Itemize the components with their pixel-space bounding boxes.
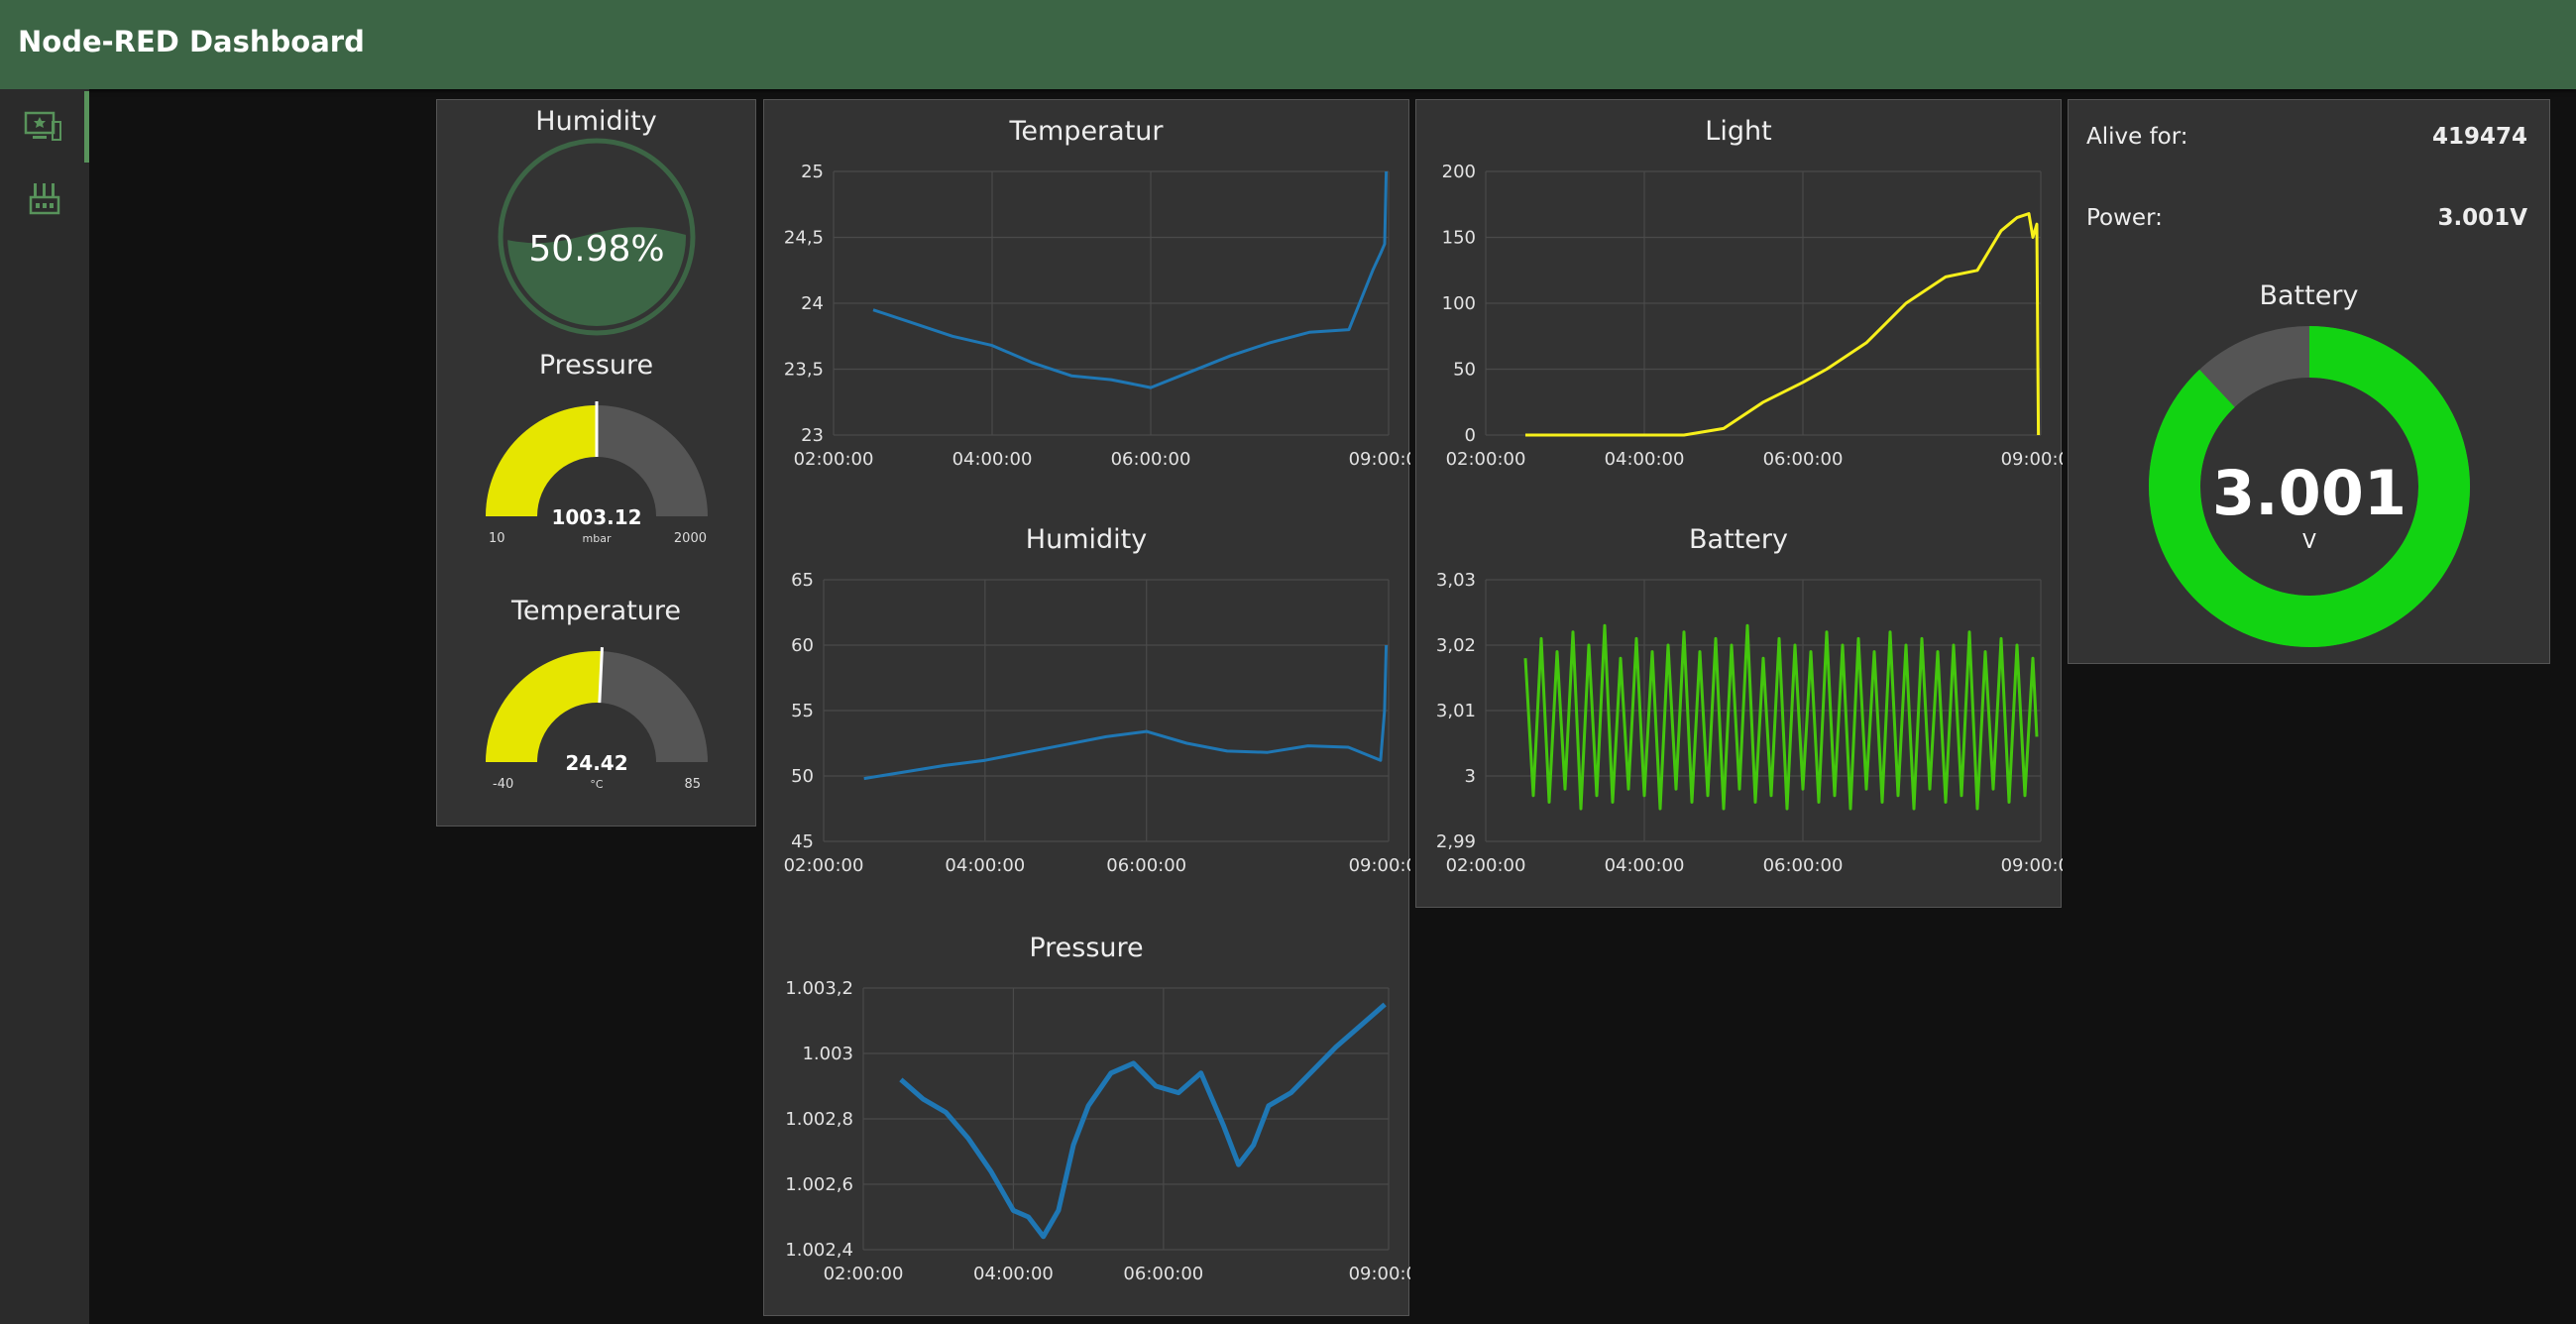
temperature-gauge-value: 24.42 (565, 751, 627, 775)
y-tick-label: 3 (1465, 766, 1476, 787)
y-tick-label: 0 (1465, 425, 1476, 446)
y-tick-label: 200 (1442, 162, 1476, 182)
humidity-gauge-title: Humidity (535, 106, 657, 137)
pressure-gauge-units: mbar (583, 532, 612, 545)
x-tick-label: 04:00:00 (1605, 855, 1685, 876)
x-tick-label: 06:00:00 (1763, 449, 1844, 470)
sidebar-item-dashboard[interactable] (0, 91, 89, 163)
dashboard-monitor-icon (24, 111, 61, 141)
gauges-card: Humidity 50.98% Pressure 1003.12 mbar 10… (436, 99, 756, 827)
y-tick-label: 50 (1453, 360, 1476, 381)
x-tick-label: 02:00:00 (1446, 449, 1526, 470)
sidenav (0, 89, 89, 1324)
battery-donut-value: 3.001 (2212, 457, 2407, 529)
toolbar: Node-RED Dashboard (0, 0, 2576, 89)
x-tick-label: 06:00:00 (1106, 855, 1186, 876)
pressure-gauge-title: Pressure (538, 350, 654, 381)
y-tick-label: 2,99 (1436, 831, 1476, 852)
y-tick-label: 1.002,6 (785, 1174, 853, 1195)
y-tick-label: 1.002,4 (785, 1240, 853, 1261)
x-tick-label: 04:00:00 (973, 1264, 1054, 1284)
x-tick-label: 02:00:00 (824, 1264, 904, 1284)
x-tick-label: 02:00:00 (1446, 855, 1526, 876)
charts-card-2: Light 0 50 100 150 200 02:00:00 04:00:00 06:00:… (1415, 99, 2063, 908)
pressure-gauge-value: 1003.12 (551, 505, 641, 529)
battery-donut-title: Battery (2259, 280, 2359, 311)
series-line (899, 1002, 1387, 1240)
series-line (1523, 623, 2039, 811)
x-tick-label: 02:00:00 (794, 449, 874, 470)
temperature-gauge-min: -40 (493, 777, 513, 792)
x-tick-label: 06:00:00 (1111, 449, 1191, 470)
temperature-gauge-title: Temperature (510, 596, 682, 626)
power-row: Power: 3.001V (2086, 205, 2527, 245)
alive-label: Alive for: (2086, 124, 2188, 150)
y-tick-label: 1.002,8 (785, 1109, 853, 1130)
x-tick-label: 09:00:00 (2001, 855, 2063, 876)
humidity-chart: 45 50 55 60 65 02:00:00 04:00:00 06:00:00 09:00:… (784, 570, 1410, 876)
y-tick-label: 60 (791, 635, 814, 656)
alive-value: 419474 (2431, 124, 2527, 150)
temperature-gauge-units: °C (590, 778, 604, 791)
y-tick-label: 100 (1442, 293, 1476, 314)
temperature-gauge: 24.42 °C -40 85 (486, 647, 708, 792)
y-tick-label: 3,02 (1436, 635, 1476, 656)
pressure-gauge-min: 10 (489, 531, 505, 546)
pressure-gauge-max: 2000 (674, 531, 707, 546)
power-value: 3.001V (2437, 205, 2527, 231)
series-line (863, 644, 1389, 781)
temperature-gauge-max: 85 (684, 777, 701, 792)
y-tick-label: 1.003 (802, 1044, 853, 1064)
x-tick-label: 04:00:00 (952, 449, 1033, 470)
x-tick-label: 06:00:00 (1763, 855, 1844, 876)
x-tick-label: 09:00:00 (2001, 449, 2063, 470)
y-tick-label: 3,03 (1436, 570, 1476, 591)
y-tick-label: 25 (801, 162, 824, 182)
y-tick-label: 23,5 (784, 360, 824, 381)
y-tick-label: 65 (791, 570, 814, 591)
charts-card-1: Temperatur 23 23,5 24 24,5 25 02:00:00 04:00:0… (763, 99, 1410, 1316)
alive-row: Alive for: 419474 (2086, 124, 2527, 164)
y-tick-label: 50 (791, 766, 814, 787)
battery-chart: 2,99 3 3,01 3,02 3,03 02:00:00 04:00:00 06:00:0… (1436, 570, 2063, 876)
x-tick-label: 06:00:00 (1123, 1264, 1203, 1284)
series-line (872, 170, 1389, 389)
y-tick-label: 150 (1442, 228, 1476, 249)
humidity-gauge-value: 50.98% (528, 229, 664, 270)
y-tick-label: 24,5 (784, 228, 824, 249)
y-tick-label: 55 (791, 701, 814, 721)
status-card: Alive for: 419474 Power: 3.001V Battery … (2068, 99, 2550, 664)
x-tick-label: 09:00:00 (1349, 855, 1410, 876)
app-title: Node-RED Dashboard (18, 25, 365, 58)
power-label: Power: (2086, 205, 2163, 231)
humidity-wave-gauge: 50.98% (498, 138, 696, 336)
pressure-chart: 1.002,4 1.002,6 1.002,8 1.003 1.003,2 02:00:0… (785, 978, 1410, 1284)
pressure-gauge: 1003.12 mbar 10 2000 (486, 401, 708, 546)
light-chart: 0 50 100 150 200 02:00:00 04:00:00 06:00:00 09:0… (1442, 162, 2063, 470)
sidebar-item-factory[interactable] (0, 163, 89, 234)
y-tick-label: 3,01 (1436, 701, 1476, 721)
y-tick-label: 45 (791, 831, 814, 852)
x-tick-label: 04:00:00 (1605, 449, 1685, 470)
battery-donut-gauge: 3.001 V (2149, 326, 2470, 647)
y-tick-label: 24 (801, 293, 824, 314)
x-tick-label: 09:00:00 (1349, 1264, 1410, 1284)
y-tick-label: 23 (801, 425, 824, 446)
x-tick-label: 02:00:00 (784, 855, 864, 876)
y-tick-label: 1.003,2 (785, 978, 853, 999)
factory-icon (29, 183, 60, 215)
x-tick-label: 04:00:00 (945, 855, 1025, 876)
battery-donut-units: V (2302, 529, 2316, 553)
x-tick-label: 09:00:00 (1349, 449, 1410, 470)
temperatur-chart: 23 23,5 24 24,5 25 02:00:00 04:00:00 06:00:00 09… (784, 162, 1410, 470)
series-line (1525, 212, 2041, 437)
